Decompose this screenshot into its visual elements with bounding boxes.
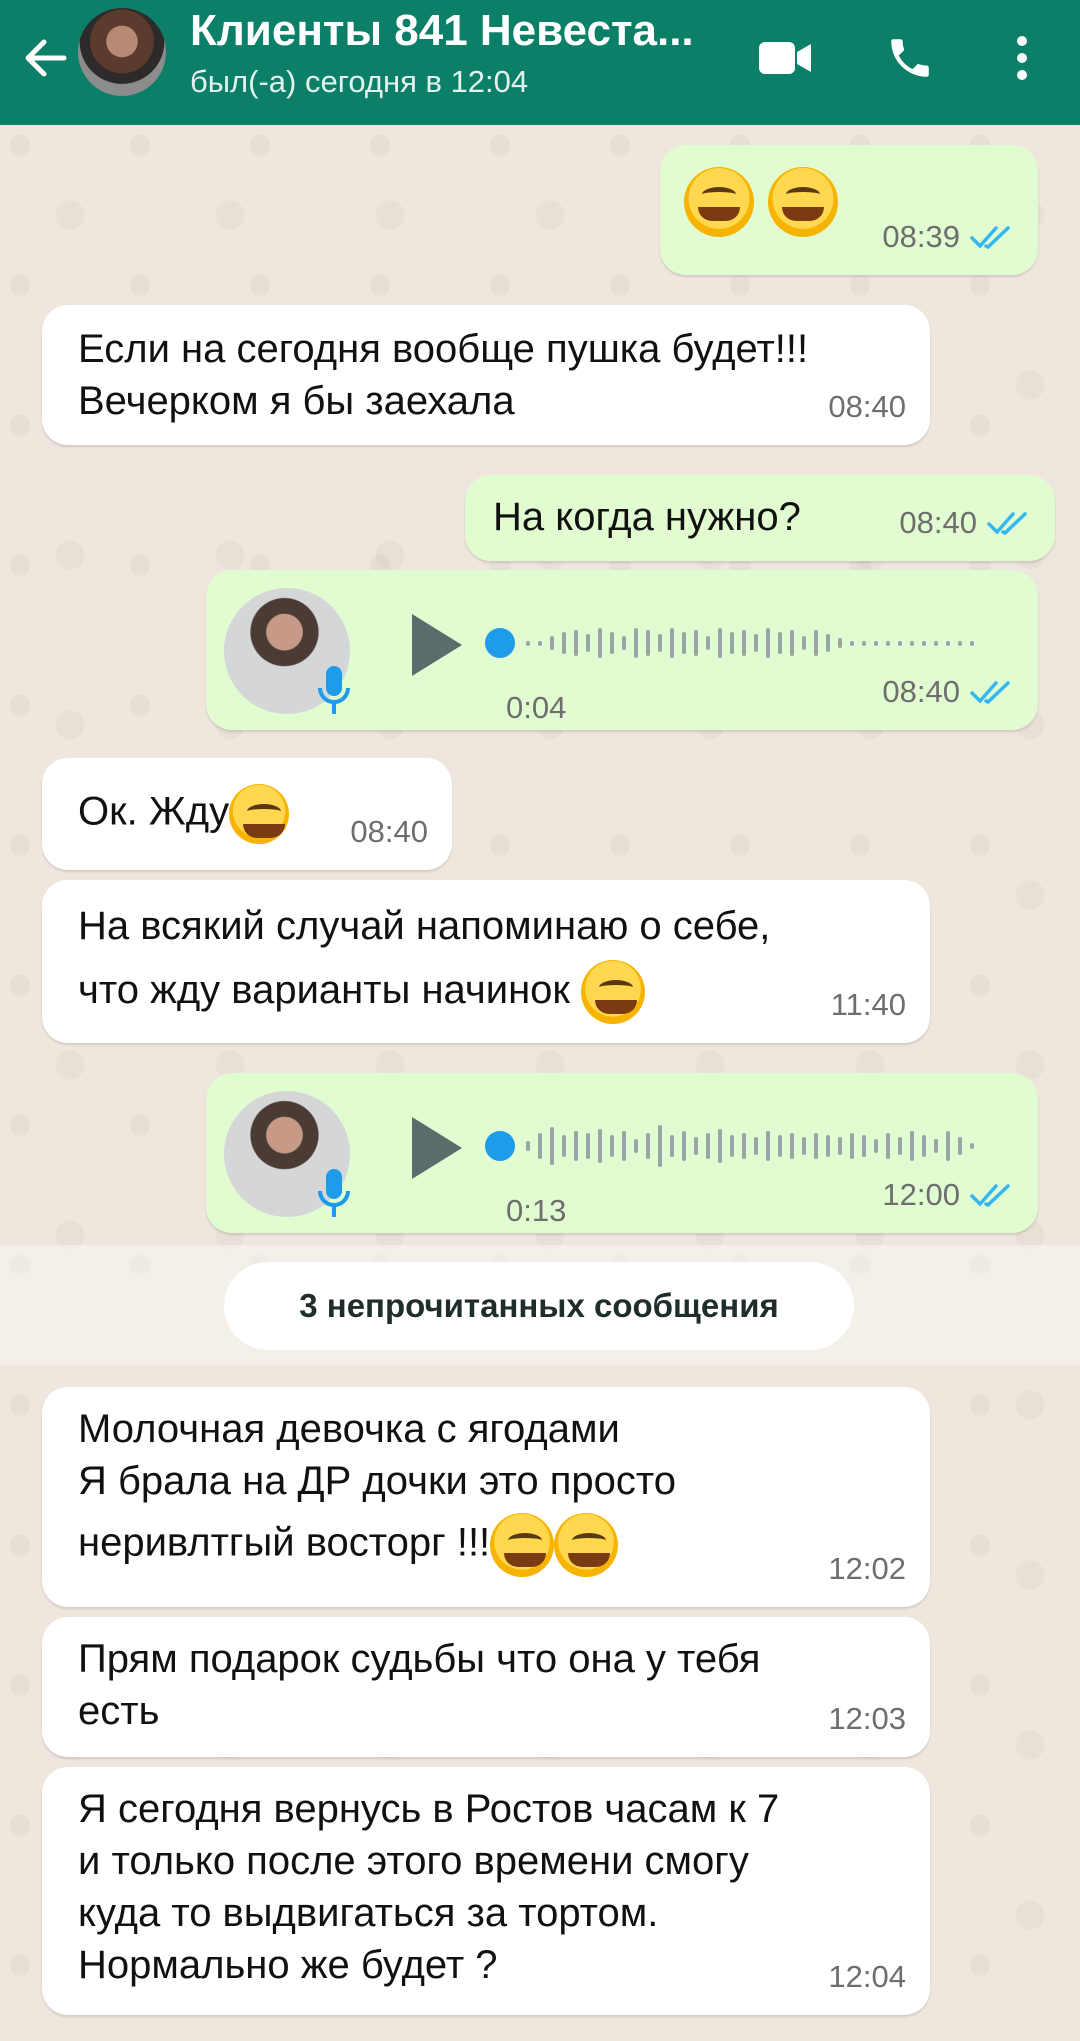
message-time: 12:02 — [828, 1551, 906, 1586]
microphone-icon — [318, 666, 350, 714]
message-meta: 12:00 — [882, 1169, 1014, 1221]
message-time: 11:40 — [830, 987, 906, 1022]
message-meta: 08:40 — [899, 497, 1031, 549]
message-line: Если на сегодня вообще пушка будет!!! — [78, 327, 809, 371]
message-meta: 12:02 — [828, 1543, 906, 1595]
message-meta: 08:40 — [828, 381, 906, 433]
message-meta: 08:40 — [350, 806, 428, 858]
message-time: 12:04 — [828, 1959, 906, 1994]
message-incoming[interactable]: Если на сегодня вообще пушка будет!!! Ве… — [42, 305, 930, 445]
grinning-sweat-emoji-icon — [768, 167, 838, 237]
more-options-icon[interactable] — [992, 28, 1052, 88]
message-line: Я брала на ДР дочки это просто — [78, 1459, 676, 1503]
message-meta: 12:04 — [828, 1951, 906, 2003]
message-line: и только после этого времени смогу — [78, 1839, 749, 1883]
message-line: что жду варианты начинок — [78, 968, 570, 1012]
message-incoming[interactable]: На всякий случай напоминаю о себе, что ж… — [42, 880, 930, 1043]
play-icon[interactable] — [406, 610, 466, 680]
voice-duration: 0:13 — [506, 1193, 567, 1228]
chat-header: Клиенты 841 Невеста... был(-а) сегодня в… — [0, 0, 1080, 125]
voice-message[interactable]: 0:04 08:40 — [206, 570, 1038, 730]
message-meta: 12:03 — [828, 1693, 906, 1745]
message-outgoing-emoji[interactable]: 08:39 — [660, 145, 1038, 275]
voice-message[interactable]: 0:13 12:00 — [206, 1073, 1038, 1233]
unread-messages-banner: 3 непрочитанных сообщения — [224, 1262, 854, 1350]
message-line: Я сегодня вернусь в Ростов часам к 7 — [78, 1787, 780, 1831]
message-time: 08:40 — [828, 389, 906, 424]
last-seen-status: был(-а) сегодня в 12:04 — [190, 64, 529, 99]
voice-call-icon[interactable] — [880, 28, 940, 88]
message-time: 08:40 — [350, 814, 428, 849]
message-meta: 08:40 — [882, 666, 1014, 718]
smiling-face-emoji-icon — [581, 960, 646, 1025]
double-check-icon — [970, 681, 1010, 705]
message-line: Нормально же будет ? — [78, 1943, 498, 1987]
message-incoming[interactable]: Прям подарок судьбы что она у тебя есть … — [42, 1617, 930, 1757]
grinning-sweat-emoji-icon — [554, 1513, 619, 1577]
message-line: Вечерком я бы заехала — [78, 379, 515, 423]
message-line: куда то выдвигаться за тортом. — [78, 1891, 659, 1935]
message-time: 12:00 — [882, 1177, 960, 1212]
message-meta: 11:40 — [831, 979, 906, 1031]
message-text: Ок. Жду — [78, 789, 230, 834]
audio-waveform[interactable] — [484, 1121, 984, 1171]
message-line: На всякий случай напоминаю о себе, — [78, 904, 771, 948]
double-check-icon — [970, 226, 1010, 250]
double-check-icon — [987, 512, 1027, 536]
message-time: 08:40 — [882, 674, 960, 709]
message-line: Молочная девочка с ягодами — [78, 1407, 620, 1451]
message-line: неривлтгый восторг !!! — [78, 1520, 491, 1565]
message-text: На когда нужно? — [493, 495, 801, 539]
grinning-sweat-emoji-icon — [490, 1513, 555, 1577]
message-incoming[interactable]: Молочная девочка с ягодами Я брала на ДР… — [42, 1387, 930, 1607]
kissing-heart-emoji-icon — [229, 784, 290, 844]
message-meta: 08:39 — [882, 211, 1014, 263]
message-outgoing[interactable]: На когда нужно? 08:40 — [465, 475, 1055, 561]
contact-name[interactable]: Клиенты 841 Невеста... — [190, 6, 694, 56]
message-line: есть — [78, 1689, 160, 1733]
video-call-icon[interactable] — [755, 28, 815, 88]
message-incoming[interactable]: Я сегодня вернусь в Ростов часам к 7 и т… — [42, 1767, 930, 2015]
message-line: Прям подарок судьбы что она у тебя — [78, 1637, 761, 1681]
message-time: 08:39 — [882, 219, 960, 254]
message-time: 08:40 — [899, 505, 977, 540]
microphone-icon — [318, 1169, 350, 1217]
audio-waveform[interactable] — [484, 618, 984, 668]
message-incoming[interactable]: Ок. Жду 08:40 — [42, 758, 452, 870]
message-time: 12:03 — [828, 1701, 906, 1736]
back-arrow-icon[interactable] — [18, 30, 74, 86]
voice-duration: 0:04 — [506, 690, 567, 725]
double-check-icon — [970, 1184, 1010, 1208]
grinning-sweat-emoji-icon — [684, 167, 754, 237]
contact-avatar[interactable] — [78, 8, 166, 96]
play-icon[interactable] — [406, 1113, 466, 1183]
